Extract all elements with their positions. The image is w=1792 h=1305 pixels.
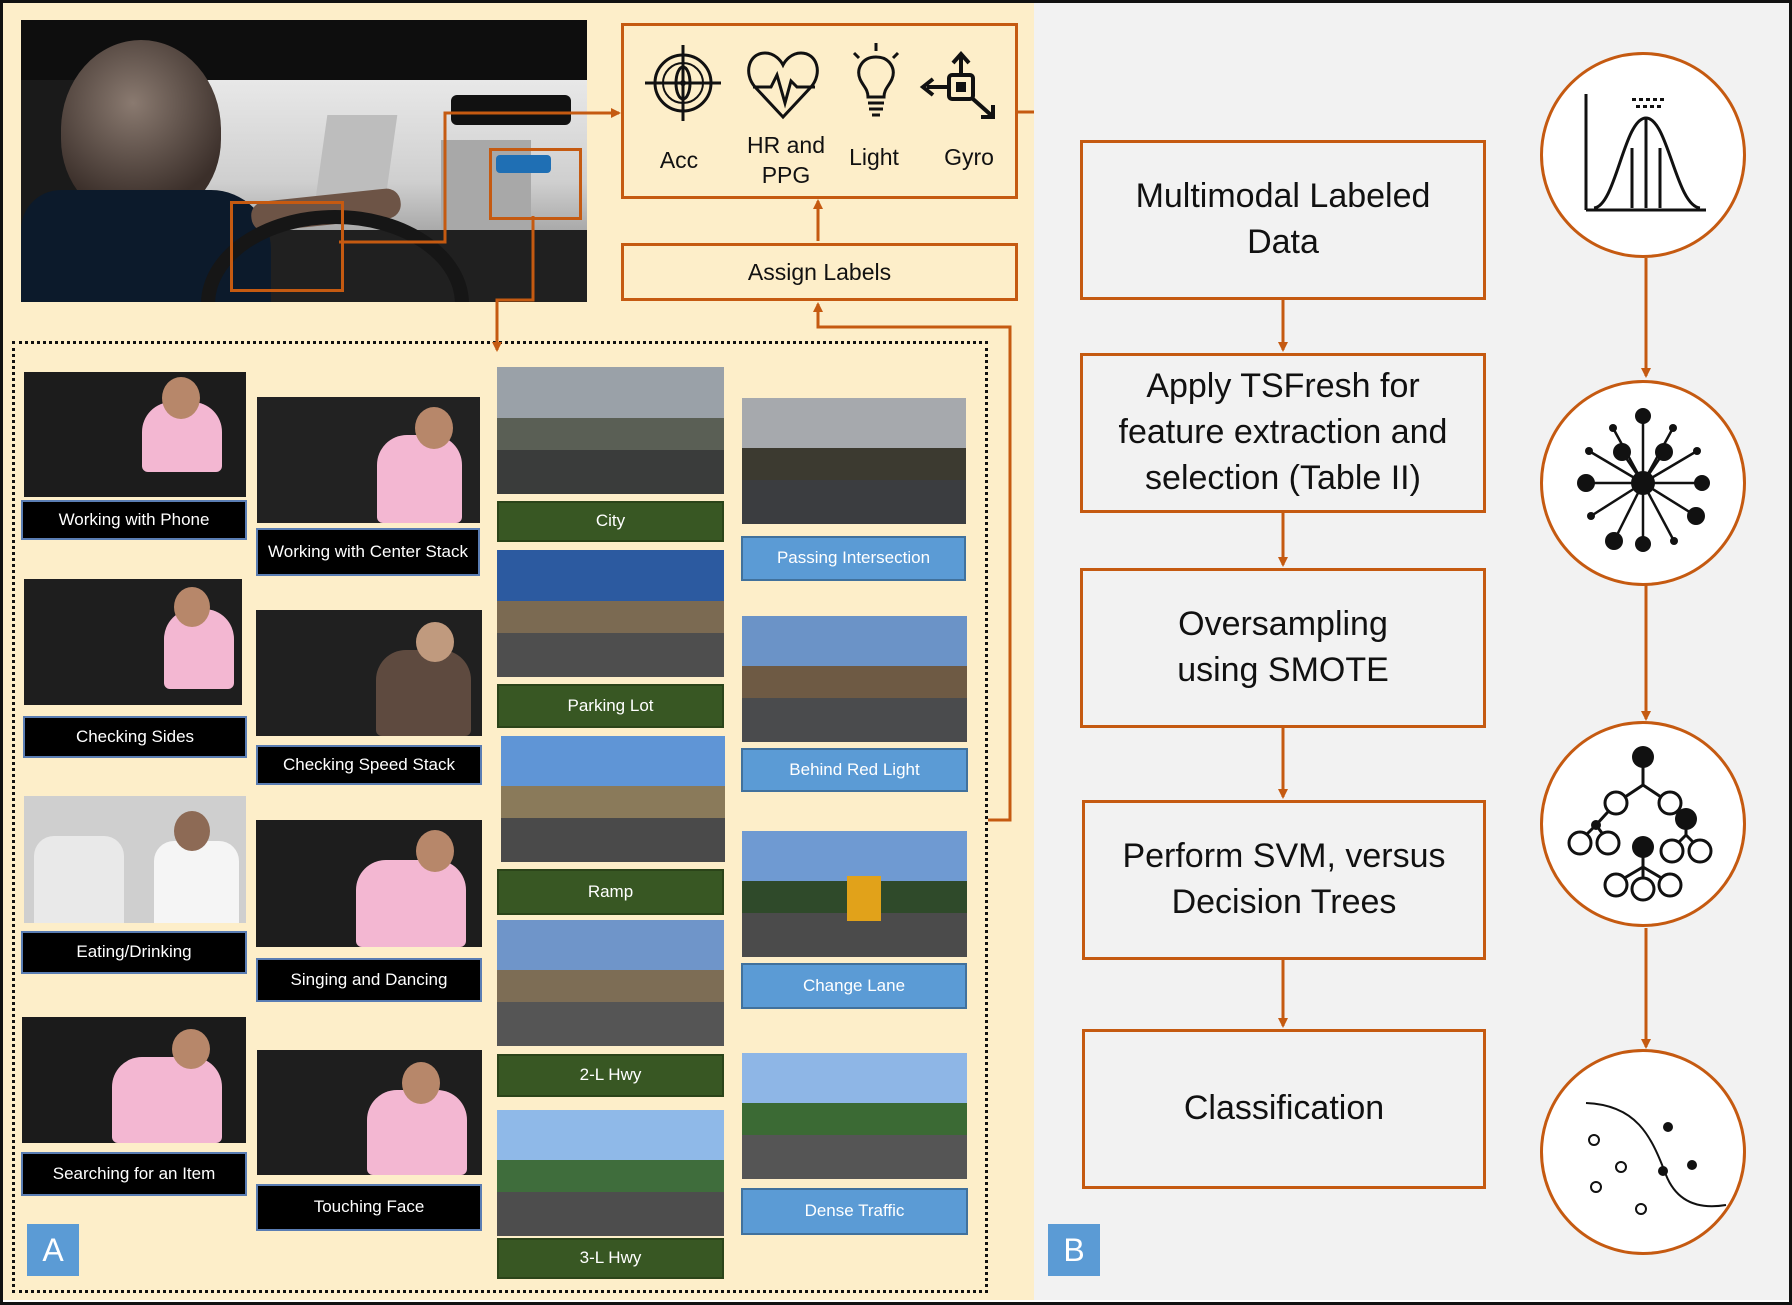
circle-classification bbox=[1540, 1049, 1746, 1255]
panel-b-tag: B bbox=[1048, 1224, 1100, 1276]
feature-network-icon bbox=[1577, 408, 1710, 552]
circle-decision-tree bbox=[1540, 721, 1746, 927]
distribution-curve-icon bbox=[1584, 94, 1706, 212]
panel-b-connectors bbox=[1278, 258, 1651, 1049]
decision-tree-icon bbox=[1567, 746, 1713, 902]
classification-boundary-icon bbox=[1585, 1102, 1727, 1215]
circle-distribution bbox=[1540, 52, 1746, 258]
circle-features bbox=[1540, 380, 1746, 586]
